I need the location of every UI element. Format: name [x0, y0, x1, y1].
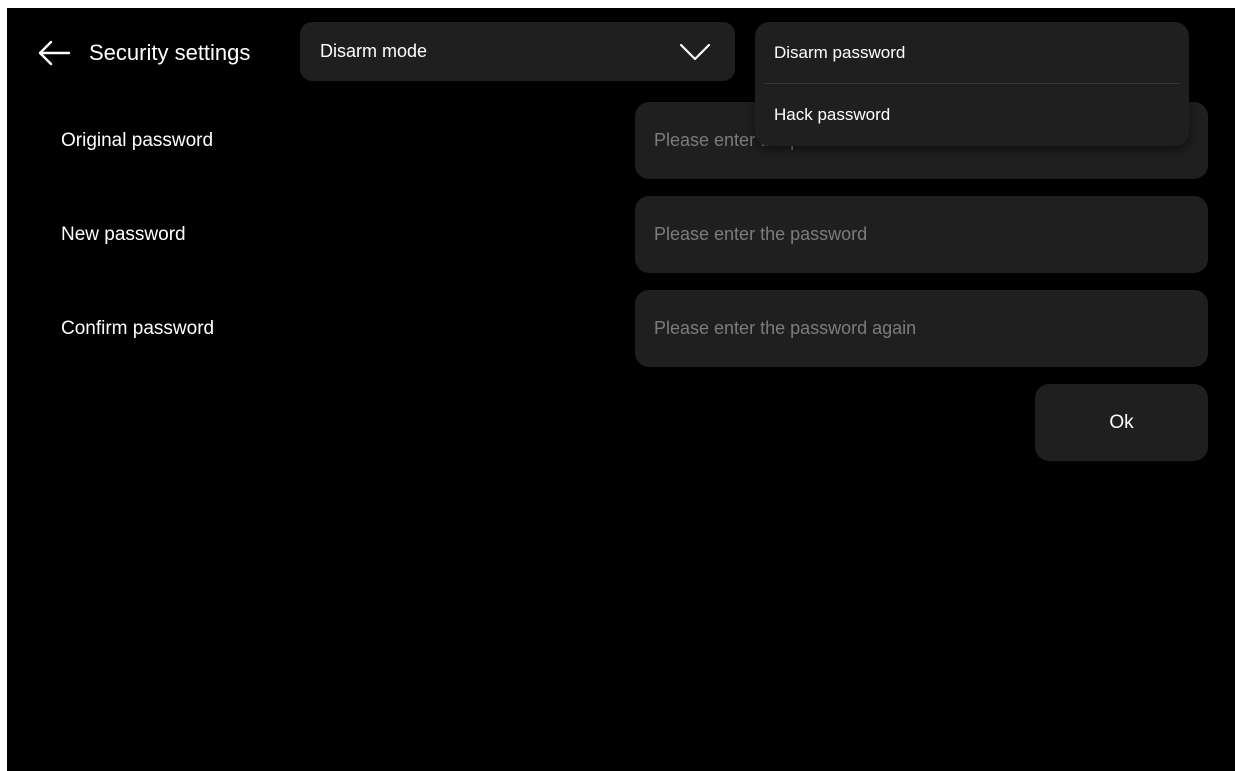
- dropdown-item-disarm-password[interactable]: Disarm password: [765, 22, 1179, 84]
- security-settings-screen: Security settings Disarm mode Original p…: [7, 8, 1235, 771]
- new-password-field-container: [635, 196, 1208, 273]
- password-type-dropdown: Disarm password Hack password: [755, 22, 1189, 146]
- chevron-down-icon: [677, 40, 713, 64]
- mode-select-value: Disarm mode: [320, 41, 428, 61]
- back-button[interactable]: [35, 36, 73, 70]
- page-title: Security settings: [89, 40, 251, 65]
- dropdown-item-hack-password[interactable]: Hack password: [765, 84, 1179, 146]
- arrow-left-icon: [38, 40, 71, 66]
- confirm-password-input[interactable]: [654, 318, 1189, 339]
- new-password-label: New password: [61, 224, 186, 245]
- new-password-input[interactable]: [654, 224, 1189, 245]
- original-password-label: Original password: [61, 130, 214, 151]
- confirm-password-field-container: [635, 290, 1208, 367]
- confirm-password-label: Confirm password: [61, 318, 215, 339]
- mode-select[interactable]: Disarm mode: [300, 22, 735, 81]
- ok-button[interactable]: Ok: [1035, 384, 1208, 461]
